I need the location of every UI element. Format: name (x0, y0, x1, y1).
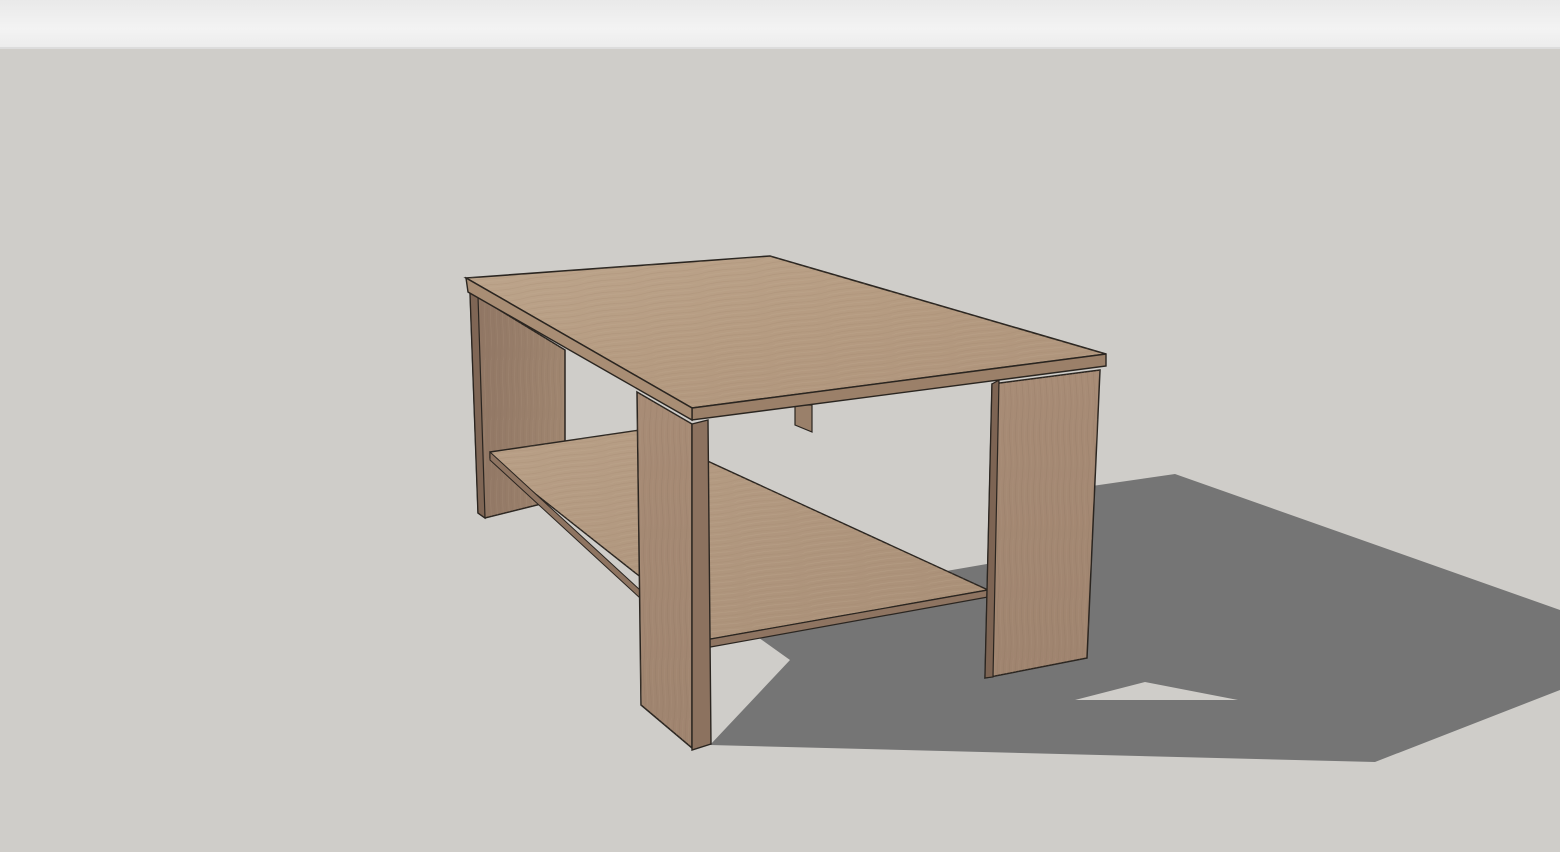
modeling-viewport[interactable] (0, 0, 1560, 852)
front-right-leg-grain (985, 370, 1100, 678)
scene-canvas[interactable] (0, 0, 1560, 852)
front-left-leg-edge (691, 419, 712, 751)
back-right-leg (794, 404, 813, 433)
front-left-leg-grain (637, 392, 692, 748)
